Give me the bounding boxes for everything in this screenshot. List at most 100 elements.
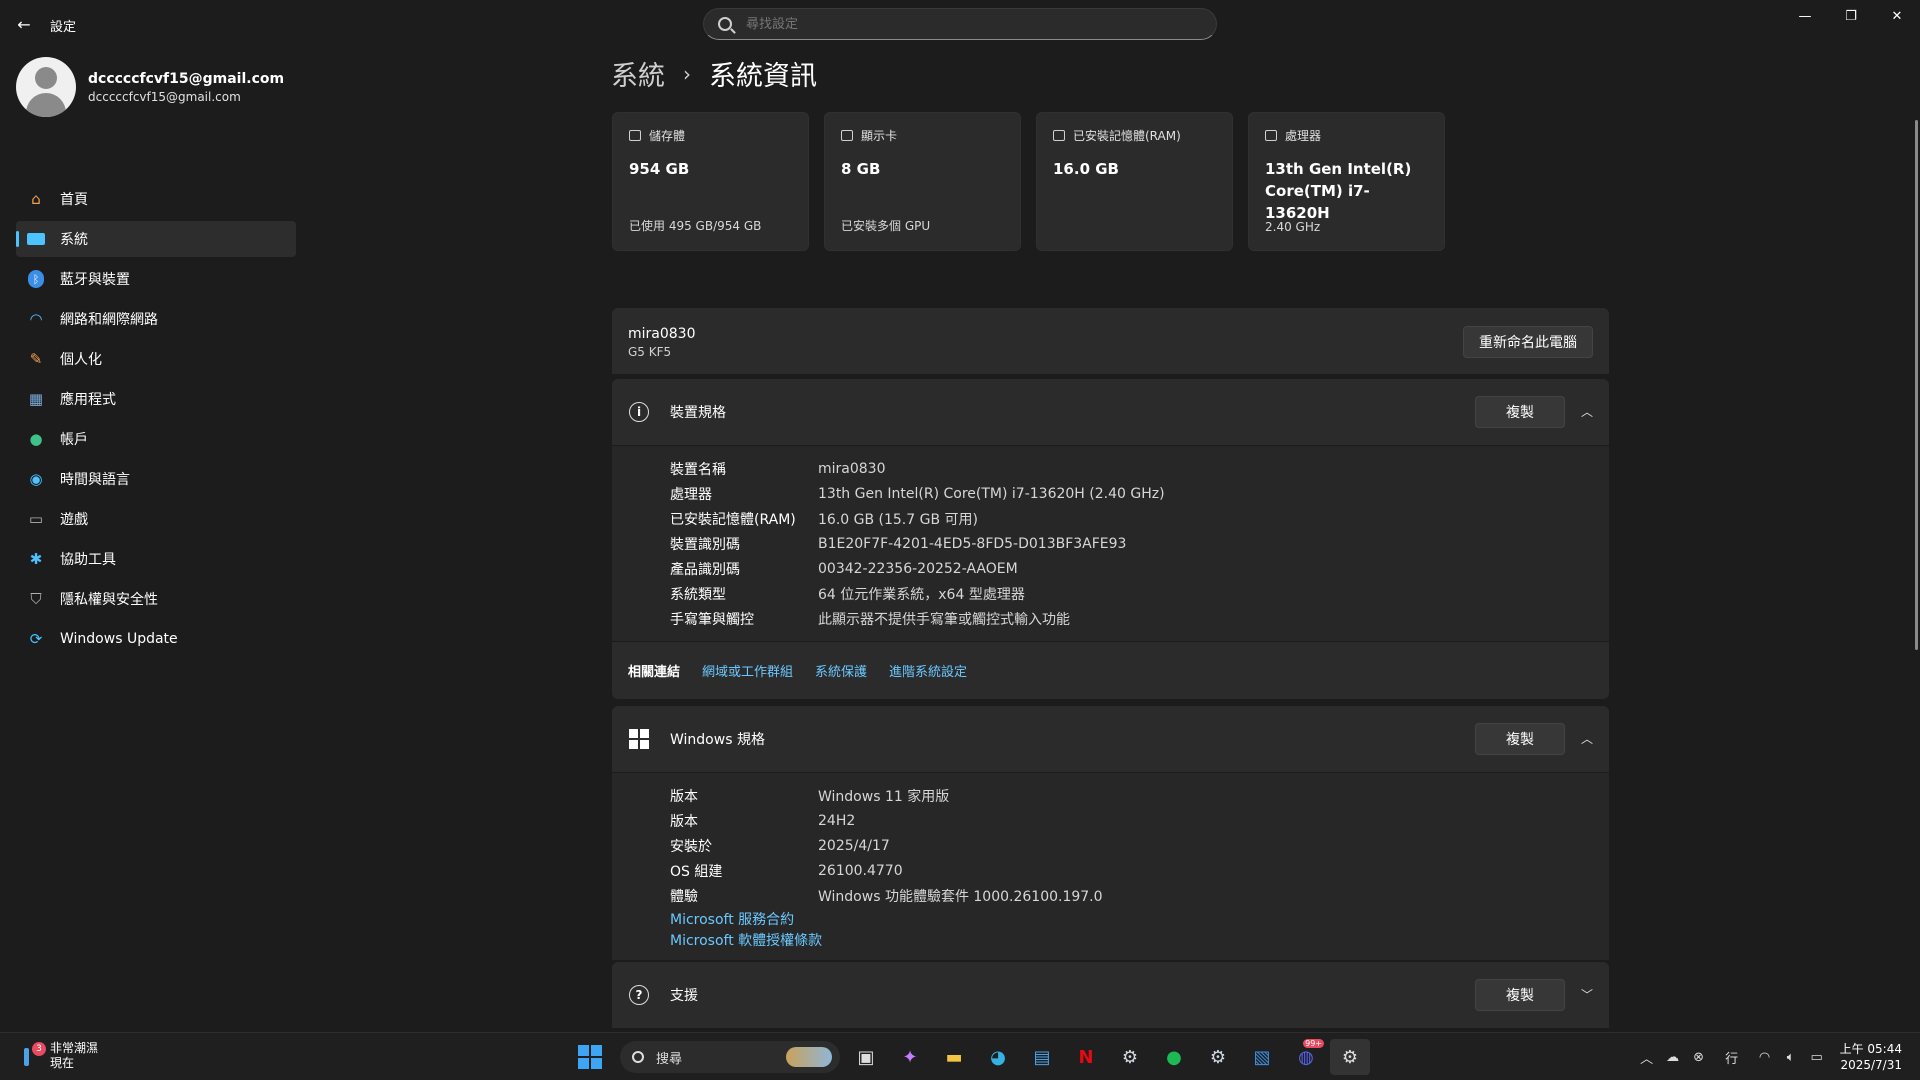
volume-icon[interactable]: 🔈︎ (1778, 1041, 1804, 1073)
taskbar: 3 非常潮濕 現在 搜尋 ▣ ✦ ▬ ◕ ▤ N ⚙ ● ⚙ ▧ ◍ 99+ ⚙… (0, 1032, 1920, 1080)
steam-icon-2[interactable]: ⚙ (1198, 1039, 1238, 1075)
sidebar-item-label: 遊戲 (60, 512, 88, 528)
steam-icon[interactable]: ⚙ (1110, 1039, 1150, 1075)
search-icon (718, 17, 732, 31)
clock[interactable]: 上午 05:44 2025/7/31 (1840, 1041, 1902, 1073)
card-value: 8 GB (841, 160, 881, 178)
section-title: 支援 (670, 988, 698, 1004)
system-icon (26, 229, 46, 249)
ime-indicator[interactable]: 行 (1712, 1041, 1752, 1073)
settings-search[interactable] (703, 8, 1217, 40)
window-controls: — ❐ ✕ (1782, 0, 1920, 32)
onedrive-icon[interactable]: ☁ (1660, 1041, 1686, 1073)
sidebar-item-label: 協助工具 (60, 552, 116, 568)
start-button[interactable] (570, 1039, 610, 1075)
sidebar-item-bluetooth[interactable]: ᛒ 藍牙與裝置 (16, 261, 296, 297)
spec-row: 版本 24H2 (670, 808, 1609, 833)
system-tray: ︿ ☁ ⊗ 行 ◠ 🔈︎ ▭ 上午 05:44 2025/7/31 (1634, 1041, 1902, 1073)
ram-card[interactable]: 已安裝記憶體(RAM) 16.0 GB (1036, 112, 1233, 251)
spec-value: 26100.4770 (818, 862, 903, 879)
sidebar-item-label: 隱私權與安全性 (60, 592, 158, 608)
device-specs-header[interactable]: i 裝置規格 複製 ︿ (612, 379, 1609, 445)
sidebar-item-label: 時間與語言 (60, 472, 130, 488)
user-profile[interactable]: dcccccfcvf15@gmail.com dcccccfcvf15@gmai… (16, 57, 284, 117)
cpu-card[interactable]: 處理器 13th Gen Intel(R) Core(TM) i7-13620H… (1248, 112, 1445, 251)
sidebar-item-network[interactable]: ◠ 網路和網際網路 (16, 301, 296, 337)
sidebar-item-label: 首頁 (60, 192, 88, 208)
spotify-icon[interactable]: ● (1154, 1039, 1194, 1075)
brush-icon: ✎ (29, 350, 43, 368)
storage-card[interactable]: 儲存體 954 GB 已使用 495 GB/954 GB (612, 112, 809, 251)
file-explorer-icon[interactable]: ▬ (934, 1039, 974, 1075)
sidebar-item-accessibility[interactable]: ✱ 協助工具 (16, 541, 296, 577)
sidebar-item-accounts[interactable]: ● 帳戶 (16, 421, 296, 457)
spec-value: 00342-22356-20252-AAOEM (818, 560, 1018, 577)
chevron-up-icon[interactable]: ︿ (1581, 730, 1593, 747)
shield-icon: ⛉ (30, 590, 42, 608)
ms-license-terms-link[interactable]: Microsoft 軟體授權條款 (670, 929, 1609, 950)
close-icon[interactable]: ✕ (1874, 0, 1920, 32)
spec-row: 裝置識別碼 B1E20F7F-4201-4ED5-8FD5-D013BF3AFE9… (670, 531, 1609, 556)
help-icon: ? (629, 985, 649, 1005)
card-sub: 已安裝多個 GPU (841, 219, 931, 233)
copy-support-button[interactable]: 複製 (1475, 979, 1565, 1011)
photos-icon[interactable]: ▧ (1242, 1039, 1282, 1075)
link-system-protection[interactable]: 系統保護 (815, 661, 867, 680)
discord-icon[interactable]: ◍ 99+ (1286, 1039, 1326, 1075)
sidebar-item-apps[interactable]: ▦ 應用程式 (16, 381, 296, 417)
search-input[interactable] (746, 16, 1186, 32)
close-circle-icon[interactable]: ⊗ (1686, 1041, 1712, 1073)
scrollbar[interactable] (1915, 120, 1918, 650)
link-advanced-settings[interactable]: 進階系統設定 (889, 661, 967, 680)
cpu-icon (1265, 130, 1277, 141)
netflix-icon[interactable]: N (1066, 1039, 1106, 1075)
wifi-icon: ◠ (29, 310, 43, 328)
sidebar-item-personalization[interactable]: ✎ 個人化 (16, 341, 296, 377)
settings-icon[interactable]: ⚙ (1330, 1039, 1370, 1075)
restore-icon[interactable]: ❐ (1828, 0, 1874, 32)
sidebar-item-privacy[interactable]: ⛉ 隱私權與安全性 (16, 581, 296, 617)
discord-badge: 99+ (1303, 1039, 1324, 1048)
spec-key: 版本 (670, 788, 698, 805)
sidebar-item-windows-update[interactable]: ⟳ Windows Update (16, 621, 296, 657)
wifi-icon[interactable]: ◠ (1752, 1041, 1778, 1073)
minimize-icon[interactable]: — (1782, 0, 1828, 32)
account-icon: ● (29, 430, 43, 448)
battery-icon[interactable]: ▭ (1804, 1041, 1830, 1073)
edge-icon[interactable]: ◕ (978, 1039, 1018, 1075)
gpu-card[interactable]: 顯示卡 8 GB 已安裝多個 GPU (824, 112, 1021, 251)
chevron-up-icon[interactable]: ︿ (1634, 1041, 1660, 1073)
sidebar-item-home[interactable]: ⌂ 首頁 (16, 181, 296, 217)
weather-widget[interactable]: 3 非常潮濕 現在 (18, 1041, 98, 1071)
windows-logo-icon (629, 729, 649, 749)
ms-services-agreement-link[interactable]: Microsoft 服務合約 (670, 908, 1609, 929)
windows-specs-header[interactable]: Windows 規格 複製 ︿ (612, 706, 1609, 772)
weather-condition: 非常潮濕 (50, 1041, 99, 1055)
spec-value: 此顯示器不提供手寫筆或觸控式輸入功能 (818, 611, 1070, 628)
rename-pc-button[interactable]: 重新命名此電腦 (1463, 326, 1593, 358)
support-header[interactable]: ? 支援 複製 ﹀ (612, 962, 1609, 1028)
sidebar-item-gaming[interactable]: ▭ 遊戲 (16, 501, 296, 537)
weather-badge: 3 (32, 1042, 46, 1056)
spec-row: 安裝於 2025/4/17 (670, 833, 1609, 858)
chevron-down-icon[interactable]: ﹀ (1581, 986, 1593, 1003)
breadcrumb-parent[interactable]: 系統 (611, 54, 665, 93)
chevron-up-icon[interactable]: ︿ (1581, 403, 1593, 420)
sidebar-item-time-language[interactable]: ◉ 時間與語言 (16, 461, 296, 497)
task-view-icon[interactable]: ▣ (846, 1039, 886, 1075)
store-icon[interactable]: ▤ (1022, 1039, 1062, 1075)
copy-device-specs-button[interactable]: 複製 (1475, 396, 1565, 428)
pc-name: mira0830 (628, 326, 696, 342)
spec-key: 處理器 (670, 486, 712, 503)
spec-value: mira0830 (818, 460, 886, 477)
taskbar-search[interactable]: 搜尋 (620, 1041, 840, 1073)
copy-windows-specs-button[interactable]: 複製 (1475, 723, 1565, 755)
spec-key: 版本 (670, 813, 698, 830)
section-title: Windows 規格 (670, 732, 765, 748)
copilot-icon[interactable]: ✦ (890, 1039, 930, 1075)
spec-row: 版本 Windows 11 家用版 (670, 783, 1609, 808)
sidebar-item-system[interactable]: 系統 (16, 221, 296, 257)
link-domain-workgroup[interactable]: 網域或工作群組 (702, 661, 793, 680)
back-arrow-icon[interactable]: ← (12, 12, 36, 36)
sidebar-item-label: 應用程式 (60, 392, 116, 408)
